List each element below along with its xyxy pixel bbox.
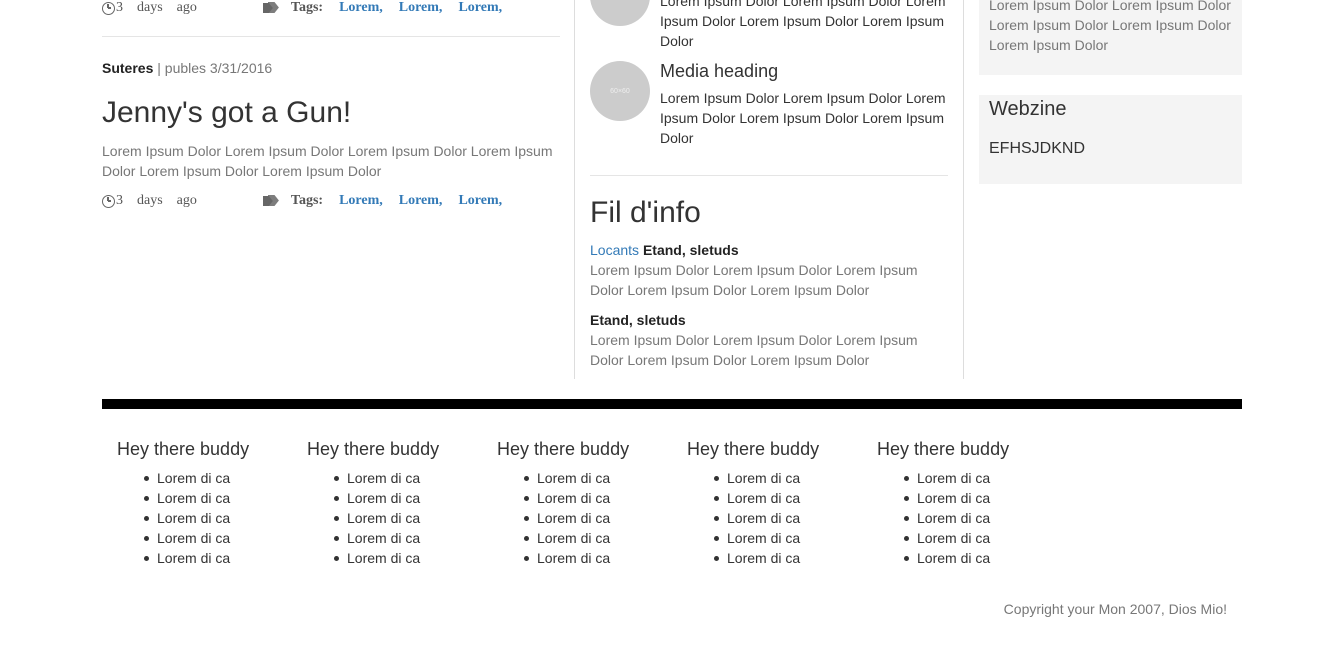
footer-link[interactable]: Lorem di ca — [904, 508, 1057, 528]
footer-column: Hey there buddy Lorem di ca Lorem di ca … — [307, 439, 487, 568]
webzine-title: Webzine — [989, 98, 1067, 120]
footer-link[interactable]: Lorem di ca — [334, 508, 487, 528]
post-time-number: 3 — [116, 193, 123, 208]
footer-link[interactable]: Lorem di ca — [904, 488, 1057, 508]
webzine-panel: Webzine EFHSJDKND — [979, 95, 1242, 184]
column-divider — [574, 0, 575, 379]
footer-link[interactable]: Lorem di ca — [524, 468, 677, 488]
tag-link[interactable]: Lorem, — [458, 193, 502, 209]
news-text: Lorem Ipsum Dolor Lorem Ipsum Dolor Lore… — [590, 262, 918, 298]
tags-icon — [263, 195, 279, 207]
footer-list: Lorem di ca Lorem di ca Lorem di ca Lore… — [904, 468, 1057, 568]
tag-link[interactable]: Lorem, — [339, 0, 383, 16]
footer-link[interactable]: Lorem di ca — [334, 468, 487, 488]
news-title[interactable]: Etand, sletuds — [590, 310, 930, 330]
footer-link[interactable]: Lorem di ca — [904, 528, 1057, 548]
footer-list: Lorem di ca Lorem di ca Lorem di ca Lore… — [144, 468, 297, 568]
news-source-link[interactable]: Locants — [590, 242, 639, 258]
footer-link[interactable]: Lorem di ca — [904, 468, 1057, 488]
footer-link[interactable]: Lorem di ca — [144, 488, 297, 508]
clock-icon — [102, 194, 115, 208]
footer-list: Lorem di ca Lorem di ca Lorem di ca Lore… — [714, 468, 867, 568]
footer-link[interactable]: Lorem di ca — [714, 488, 867, 508]
media-avatar — [590, 0, 650, 26]
post-date: | publes 3/31/2016 — [157, 60, 273, 76]
footer-column: Hey there buddy Lorem di ca Lorem di ca … — [687, 439, 867, 568]
tag-link[interactable]: Lorem, — [458, 0, 502, 16]
post-meta: 3 days ago Tags: Lorem, Lorem, Lorem, — [102, 0, 502, 16]
tag-link[interactable]: Lorem, — [399, 0, 443, 16]
news-title[interactable]: Etand, sletuds — [643, 242, 739, 258]
tags-icon — [263, 2, 279, 14]
post-time-ago: ago — [176, 193, 197, 208]
media-avatar: 60×60 — [590, 61, 650, 121]
footer-heading: Hey there buddy — [877, 439, 1010, 459]
footer-link[interactable]: Lorem di ca — [714, 528, 867, 548]
footer-list: Lorem di ca Lorem di ca Lorem di ca Lore… — [334, 468, 487, 568]
post-meta: 3 days ago Tags: Lorem, Lorem, Lorem, — [102, 193, 502, 209]
post-excerpt: Lorem Ipsum Dolor Lorem Ipsum Dolor Lore… — [102, 143, 553, 179]
footer-link[interactable]: Lorem di ca — [714, 508, 867, 528]
tag-link[interactable]: Lorem, — [339, 193, 383, 209]
column-divider — [963, 0, 964, 379]
post-title[interactable]: Jenny's got a Gun! — [102, 96, 351, 130]
media-text: Lorem Ipsum Dolor Lorem Ipsum Dolor Lore… — [660, 90, 946, 146]
media-item: Lorem Ipsum Dolor Lorem Ipsum Dolor Lore… — [660, 0, 952, 51]
footer-list: Lorem di ca Lorem di ca Lorem di ca Lore… — [524, 468, 677, 568]
post-time-number: 3 — [116, 0, 123, 15]
post-byline: Suteres | publes 3/31/2016 — [102, 60, 272, 76]
fil-info-title: Fil d'info — [590, 196, 701, 229]
footer-link[interactable]: Lorem di ca — [144, 528, 297, 548]
footer-link[interactable]: Lorem di ca — [334, 528, 487, 548]
footer-link[interactable]: Lorem di ca — [714, 548, 867, 568]
footer-link[interactable]: Lorem di ca — [144, 508, 297, 528]
media-text: Lorem Ipsum Dolor Lorem Ipsum Dolor Lore… — [660, 0, 946, 49]
footer-heading: Hey there buddy — [687, 439, 820, 459]
tags-label: Tags: — [290, 0, 324, 15]
tags-label: Tags: — [290, 193, 324, 208]
news-item: Locants Etand, sletuds Lorem Ipsum Dolor… — [590, 240, 930, 300]
post-time-unit: days — [137, 0, 163, 15]
footer-column: Hey there buddy Lorem di ca Lorem di ca … — [117, 439, 297, 568]
footer-column: Hey there buddy Lorem di ca Lorem di ca … — [497, 439, 677, 568]
post-time-unit: days — [137, 193, 163, 208]
avatar-placeholder-label: 60×60 — [610, 87, 630, 95]
post-divider — [102, 36, 560, 37]
footer-link[interactable]: Lorem di ca — [334, 548, 487, 568]
footer-link[interactable]: Lorem di ca — [714, 468, 867, 488]
news-item: Etand, sletuds Lorem Ipsum Dolor Lorem I… — [590, 310, 930, 370]
footer-link[interactable]: Lorem di ca — [524, 528, 677, 548]
media-item: Media heading Lorem Ipsum Dolor Lorem Ip… — [660, 61, 952, 148]
news-text: Lorem Ipsum Dolor Lorem Ipsum Dolor Lore… — [590, 332, 918, 368]
webzine-value: EFHSJDKND — [989, 140, 1086, 157]
copyright-text: Copyright your Mon 2007, Dios Mio! — [1003, 601, 1227, 617]
footer-link[interactable]: Lorem di ca — [144, 548, 297, 568]
footer-link[interactable]: Lorem di ca — [904, 548, 1057, 568]
footer-column: Hey there buddy Lorem di ca Lorem di ca … — [877, 439, 1057, 568]
footer-heading: Hey there buddy — [497, 439, 630, 459]
sidebar-panel: Lorem Ipsum Dolor Lorem Ipsum Dolor Lore… — [979, 0, 1242, 75]
footer-heading: Hey there buddy — [307, 439, 440, 459]
tag-link[interactable]: Lorem, — [399, 193, 443, 209]
post-author[interactable]: Suteres — [102, 60, 153, 76]
footer-link[interactable]: Lorem di ca — [524, 508, 677, 528]
footer-bar — [102, 399, 1242, 409]
footer-link[interactable]: Lorem di ca — [144, 468, 297, 488]
footer-link[interactable]: Lorem di ca — [334, 488, 487, 508]
sidebar-text: Lorem Ipsum Dolor Lorem Ipsum Dolor Lore… — [989, 0, 1231, 53]
media-heading[interactable]: Media heading — [660, 61, 952, 82]
footer-heading: Hey there buddy — [117, 439, 250, 459]
media-divider — [590, 175, 948, 176]
post-time-ago: ago — [176, 0, 197, 15]
footer-link[interactable]: Lorem di ca — [524, 548, 677, 568]
clock-icon — [102, 1, 115, 15]
footer-link[interactable]: Lorem di ca — [524, 488, 677, 508]
